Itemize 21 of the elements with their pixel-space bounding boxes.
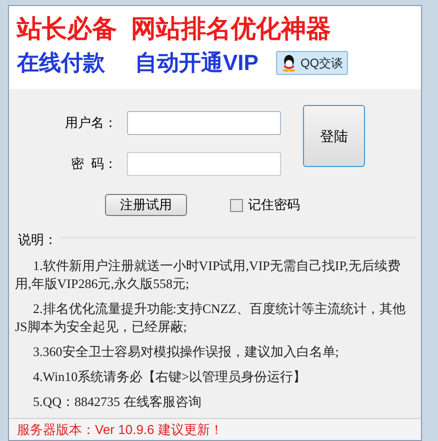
slogan-text: 站长必备 [17,14,117,44]
notes-title: 说明： [15,232,61,247]
password-label: 密 码： [70,155,117,174]
note-text: 1.软件新用户注册就送一小时VIP试用,VIP无需自己找IP,无后续费用,年版VIP286元,永久版558元; [15,257,402,293]
username-label: 用户名： [64,114,117,132]
username-field[interactable] [127,111,281,135]
register-button[interactable]: 注册试用 [105,194,187,216]
remember-checkbox[interactable] [230,198,243,212]
password-field[interactable] [127,152,281,176]
tagline-text: 在线付款 [17,49,105,77]
login-button[interactable]: 登陆 [303,105,365,167]
status-text: 服务器版本：Ver 10.9.6 建议更新！ [17,420,223,439]
remember-label: 记住密码 [248,196,300,214]
note-text: 2.排名优化流量提升功能:支持CNZZ、百度统计等主流统计，其他JS脚本为安全起见，已经屏蔽; [15,300,406,336]
note-text: 4.Win10系统请务必【右键>以管理员身份运行】 [32,368,307,386]
slogan-text: 网站排名优化神器 [131,14,331,44]
tagline-text: 自动开通VIP [135,49,258,77]
note-text: 3.360安全卫士容易对模拟操作误报，建议加入白名单; [32,343,340,361]
note-text: 5.QQ：8842735 在线客服咨询 [32,393,202,411]
qq-chat-button[interactable]: QQ交谈 [276,51,348,75]
penguin-icon [281,54,298,72]
